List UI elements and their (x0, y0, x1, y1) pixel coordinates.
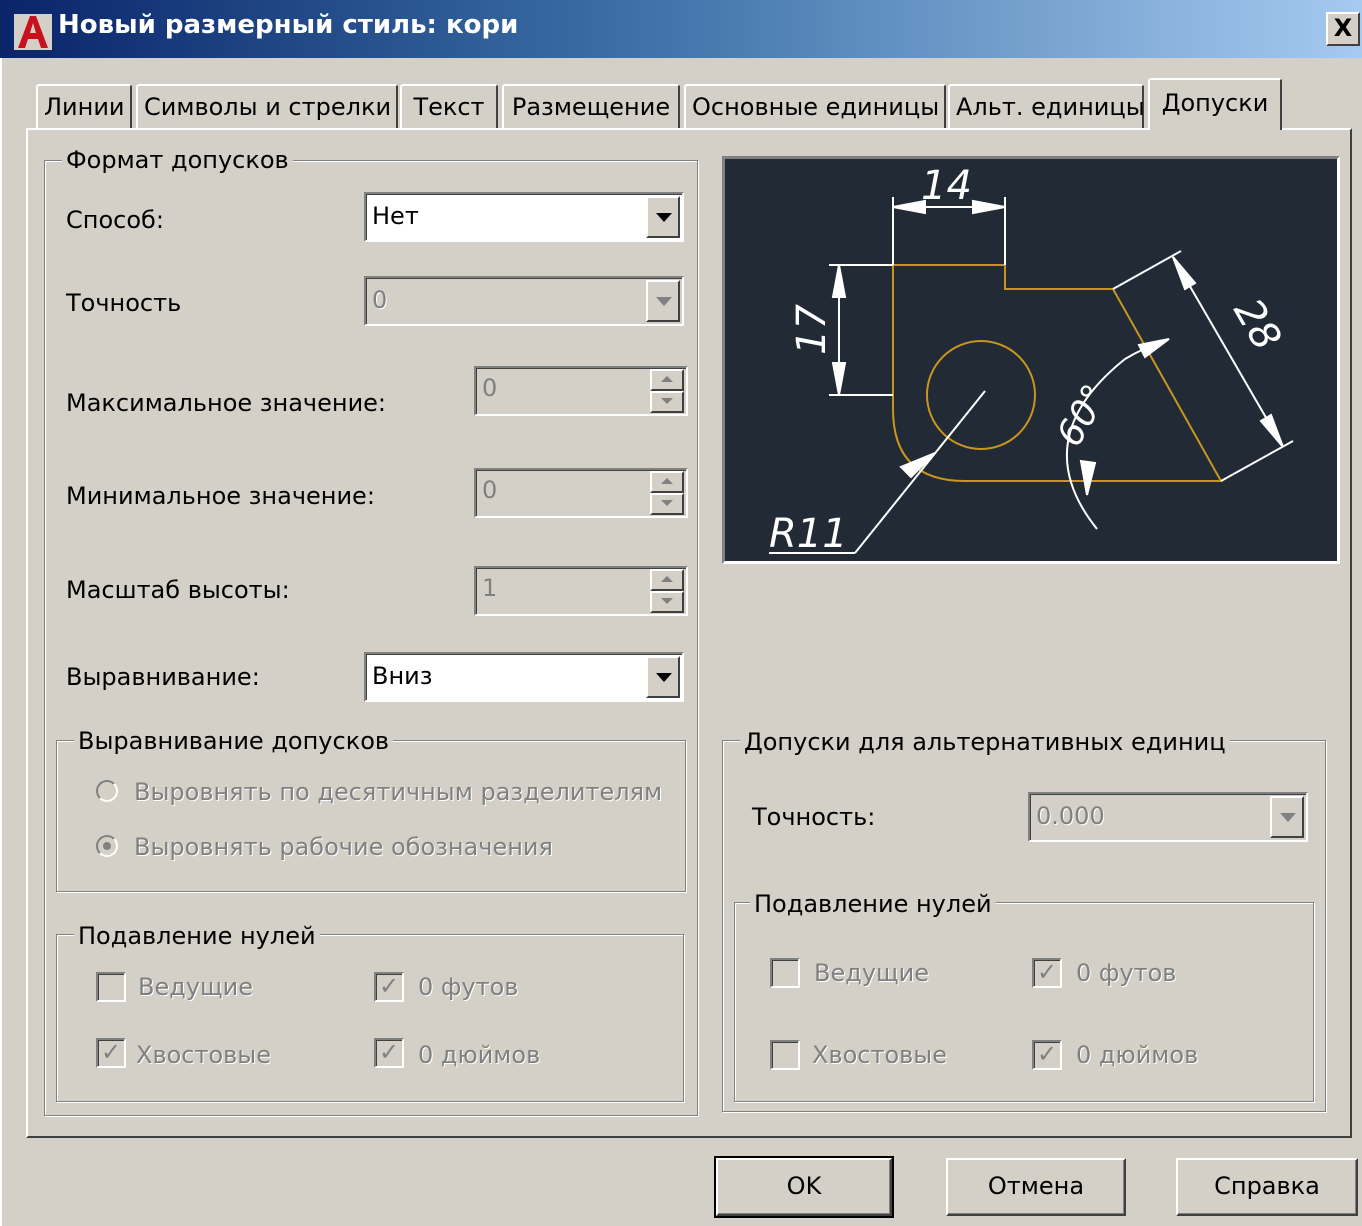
preview-drawing: 14 17 28 60° R11 (769, 163, 1294, 557)
chevron-down-icon[interactable] (646, 656, 680, 698)
window-left-edge (0, 58, 6, 1226)
alt-zero-feet-label: 0 футов (1076, 959, 1177, 987)
checkmark-icon: ✓ (378, 1038, 400, 1066)
vertical-position-label: Выравнивание: (66, 663, 260, 691)
method-label: Способ: (66, 206, 164, 234)
dim-angle-text: 60° (1049, 378, 1116, 454)
zero-suppression-group (56, 934, 684, 1102)
tab-primary-units[interactable]: Основные единицы (684, 84, 946, 128)
part-outline (892, 264, 1223, 482)
method-value: Нет (372, 202, 419, 230)
tolerance-alignment-legend: Выравнивание допусков (74, 727, 394, 755)
min-value-spinner: 0 (474, 468, 688, 518)
autocad-logo-icon (14, 14, 52, 50)
height-scale-spinner: 1 (474, 566, 688, 616)
tab-symbols-arrows[interactable]: Символы и стрелки (136, 84, 398, 128)
dim-aligned-text: 28 (1224, 291, 1289, 358)
alt-trailing-zero-label: Хвостовые (812, 1041, 947, 1069)
arrowhead-icon (972, 199, 1006, 215)
alt-leading-zero-label: Ведущие (814, 959, 929, 987)
trailing-zero-label: Хвостовые (136, 1041, 271, 1069)
alt-precision-select: 0.000 (1028, 792, 1308, 842)
preview-canvas: 14 17 28 60° R11 (722, 156, 1340, 564)
help-button[interactable]: Справка (1176, 1158, 1358, 1216)
checkmark-icon: ✓ (100, 1038, 122, 1066)
height-scale-value: 1 (482, 574, 498, 602)
chevron-down-icon[interactable] (646, 196, 680, 238)
alt-zero-suppression-group (734, 902, 1314, 1102)
min-value: 0 (482, 476, 498, 504)
tab-text[interactable]: Текст (400, 84, 498, 128)
method-select[interactable]: Нет (364, 192, 684, 242)
zero-inches-checkbox: ✓ (374, 1038, 404, 1068)
zero-inches-label: 0 дюймов (418, 1041, 541, 1069)
arrowhead-icon (1172, 256, 1197, 291)
max-value: 0 (482, 374, 498, 402)
close-button[interactable]: X (1326, 12, 1360, 46)
alt-zero-suppression-legend: Подавление нулей (750, 890, 996, 918)
chevron-down-icon (1270, 796, 1304, 838)
tab-fit[interactable]: Размещение (502, 84, 680, 128)
checkmark-icon: ✓ (378, 972, 400, 1000)
arrowhead-icon (831, 362, 847, 396)
spin-down-icon (650, 591, 684, 613)
tolerance-alignment-group (56, 740, 686, 892)
dim-vertical-text: 17 (789, 304, 835, 355)
extension-line (1112, 250, 1182, 290)
align-operational-radio (96, 835, 118, 857)
vertical-position-select[interactable]: Вниз (364, 652, 684, 702)
leader-line (854, 390, 986, 554)
leading-zero-label: Ведущие (138, 973, 253, 1001)
chevron-down-icon (646, 280, 680, 322)
precision-label: Точность (66, 289, 182, 317)
height-scale-label: Масштаб высоты: (66, 576, 290, 604)
spin-down-icon (650, 391, 684, 413)
dim-horizontal-text: 14 (921, 163, 972, 209)
max-value-label: Максимальное значение: (66, 389, 387, 417)
alt-zero-feet-checkbox: ✓ (1032, 958, 1062, 988)
align-decimal-radio (96, 780, 118, 802)
align-operational-label: Выровнять рабочие обозначения (134, 833, 553, 861)
dim-radius-text: R11 (769, 511, 848, 557)
arrowhead-icon (1079, 459, 1097, 496)
window-title: Новый размерный стиль: кори (58, 10, 519, 40)
arrowhead-icon (831, 264, 847, 298)
alt-tolerance-legend: Допуски для альтернативных единиц (740, 728, 1230, 756)
align-decimal-label: Выровнять по десятичным разделителям (134, 778, 663, 806)
alt-leading-zero-checkbox (770, 958, 800, 988)
alt-zero-inches-label: 0 дюймов (1076, 1041, 1199, 1069)
alt-precision-value: 0.000 (1036, 802, 1105, 830)
zero-feet-checkbox: ✓ (374, 972, 404, 1002)
zero-feet-label: 0 футов (418, 973, 519, 1001)
min-value-label: Минимальное значение: (66, 482, 375, 510)
cancel-button[interactable]: Отмена (946, 1158, 1126, 1216)
alt-precision-label: Точность: (752, 803, 876, 831)
precision-value: 0 (372, 286, 388, 314)
precision-select: 0 (364, 276, 684, 326)
spin-up-icon (650, 471, 684, 493)
max-value-spinner: 0 (474, 366, 688, 416)
tolerance-format-legend: Формат допусков (62, 146, 293, 174)
zero-suppression-legend: Подавление нулей (74, 922, 320, 950)
vertical-position-value: Вниз (372, 662, 433, 690)
checkmark-icon: ✓ (1036, 958, 1058, 986)
checkmark-icon: ✓ (1036, 1040, 1058, 1068)
spin-up-icon (650, 369, 684, 391)
alt-zero-inches-checkbox: ✓ (1032, 1040, 1062, 1070)
spin-down-icon (650, 493, 684, 515)
trailing-zero-checkbox: ✓ (96, 1038, 126, 1068)
ok-button[interactable]: OK (714, 1156, 894, 1218)
leading-zero-checkbox (96, 972, 126, 1002)
tab-lines[interactable]: Линии (36, 84, 132, 128)
tab-tolerances[interactable]: Допуски (1148, 78, 1282, 130)
tab-alt-units[interactable]: Альт. единицы (948, 84, 1145, 128)
arrowhead-icon (1259, 413, 1284, 448)
alt-trailing-zero-checkbox (770, 1040, 800, 1070)
spin-up-icon (650, 569, 684, 591)
